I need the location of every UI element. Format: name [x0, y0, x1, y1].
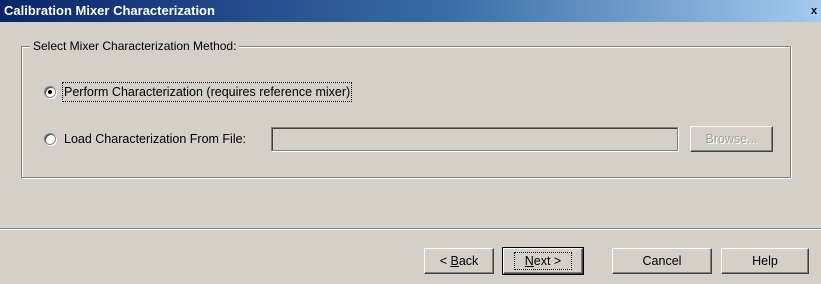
next-rest: ext > — [533, 254, 562, 268]
next-button[interactable]: Next > — [502, 247, 584, 275]
groupbox-label: Select Mixer Characterization Method: — [30, 38, 240, 54]
method-groupbox — [21, 46, 791, 178]
next-mnemonic: N — [524, 254, 534, 268]
back-mnemonic: B — [450, 254, 459, 268]
option-load-from-file[interactable]: Load Characterization From File: — [44, 130, 246, 148]
option-load-label[interactable]: Load Characterization From File: — [64, 131, 246, 147]
radio-selected-icon[interactable] — [44, 86, 56, 98]
help-button[interactable]: Help — [721, 248, 809, 274]
radio-unselected-icon[interactable] — [44, 133, 56, 145]
cancel-button[interactable]: Cancel — [612, 248, 712, 274]
window-title: Calibration Mixer Characterization — [4, 3, 215, 18]
next-focus-box: Next > — [513, 252, 573, 270]
back-button[interactable]: < Back — [424, 248, 494, 274]
file-path-input[interactable] — [271, 127, 678, 151]
close-icon[interactable]: x — [809, 0, 819, 22]
dialog-window: Calibration Mixer Characterization x Sel… — [0, 0, 821, 284]
option-perform-label[interactable]: Perform Characterization (requires refer… — [61, 82, 353, 102]
option-perform-characterization[interactable]: Perform Characterization (requires refer… — [44, 82, 353, 102]
title-bar[interactable]: Calibration Mixer Characterization x — [0, 0, 821, 22]
back-prefix: < — [439, 254, 451, 268]
browse-button[interactable]: Browse... — [690, 126, 773, 152]
back-rest: ack — [458, 254, 479, 268]
separator-line — [0, 228, 821, 230]
